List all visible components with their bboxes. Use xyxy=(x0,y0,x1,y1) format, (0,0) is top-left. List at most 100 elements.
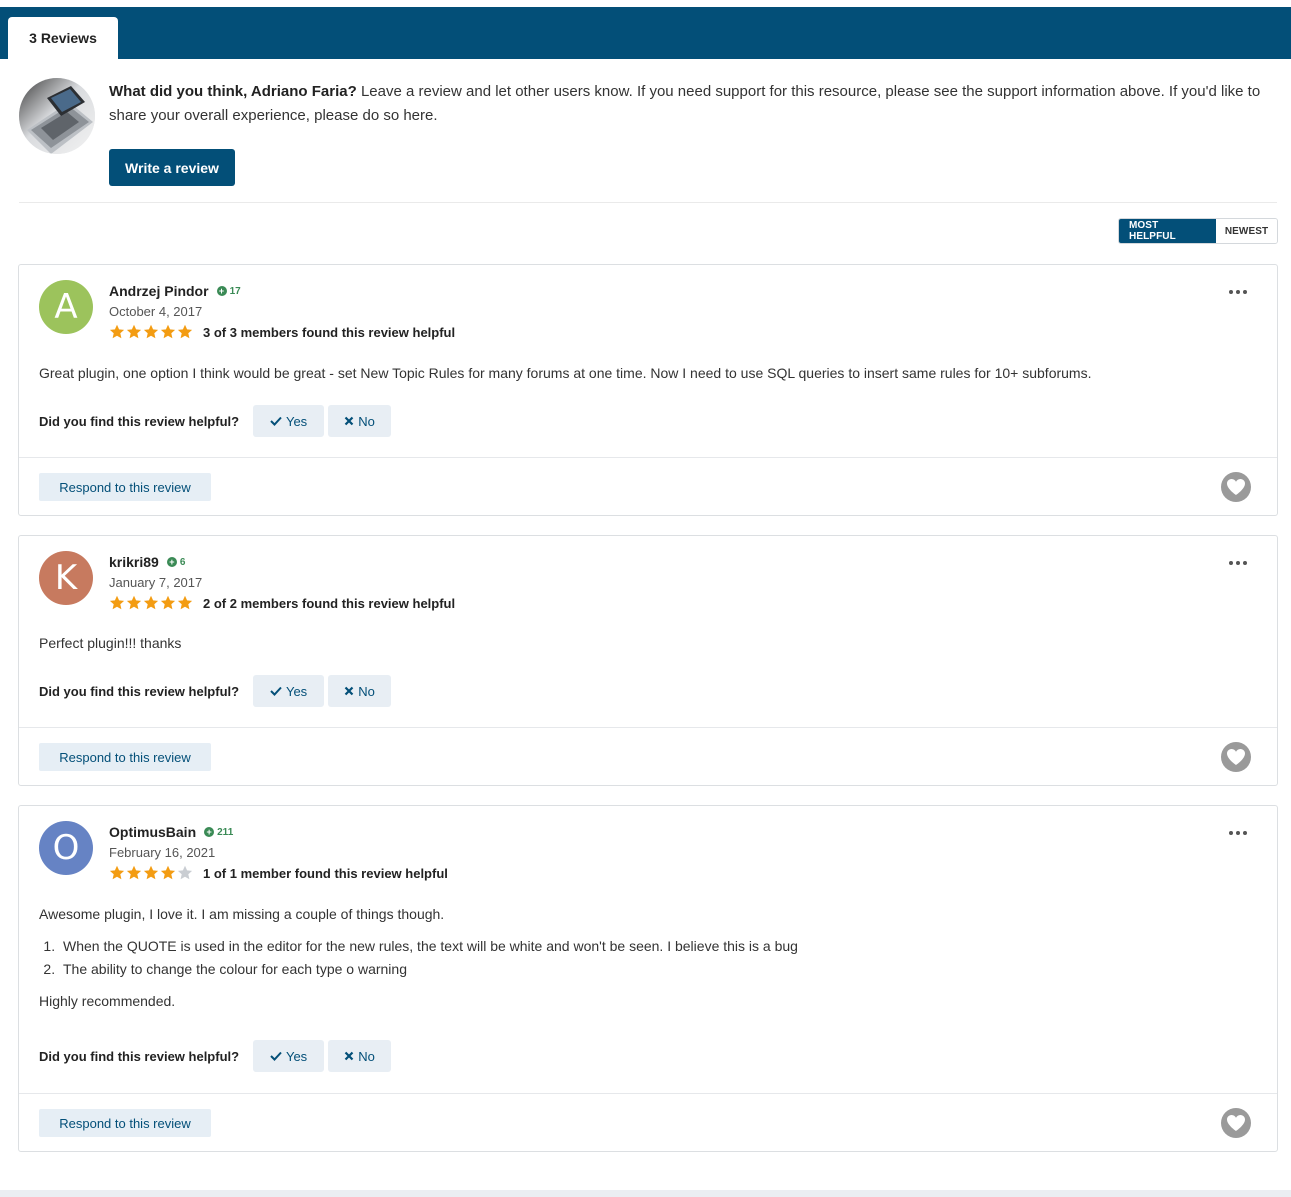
reputation-plus-icon: + xyxy=(216,286,227,296)
star-rating xyxy=(109,595,194,611)
author-name[interactable]: Andrzej Pindor xyxy=(109,283,209,299)
avatar[interactable]: A xyxy=(39,280,93,334)
react-heart-icon[interactable] xyxy=(1221,472,1251,502)
reputation-count: 6 xyxy=(179,556,186,568)
author-name[interactable]: krikri89 xyxy=(109,554,159,570)
review-card: A Andrzej Pindor +17 October 4, 2017 3 o… xyxy=(18,264,1278,516)
reputation-count: 17 xyxy=(229,285,241,297)
divider xyxy=(19,202,1277,203)
more-options-icon[interactable] xyxy=(1229,828,1247,838)
vote-yes-button[interactable]: Yes xyxy=(253,405,325,437)
star-icon xyxy=(160,595,176,610)
review-date: October 4, 2017 xyxy=(109,304,203,319)
star-icon xyxy=(109,595,125,610)
vote-no-label: No xyxy=(358,413,375,429)
star-icon xyxy=(177,865,193,880)
helpful-question-label: Did you find this review helpful? xyxy=(39,1048,240,1064)
respond-to-review-button[interactable]: Respond to this review xyxy=(39,473,211,501)
star-icon xyxy=(126,595,142,610)
sort-toggle: MOST HELPFUL NEWEST xyxy=(1118,218,1278,244)
star-icon xyxy=(160,865,176,880)
star-icon xyxy=(177,595,193,610)
review-list: When the QUOTE is used in the editor for… xyxy=(59,936,798,979)
respond-to-review-button[interactable]: Respond to this review xyxy=(39,1109,211,1137)
review-closing: Highly recommended. xyxy=(39,993,176,1009)
review-date: February 16, 2021 xyxy=(109,845,216,860)
helpful-count: 3 of 3 members found this review helpful xyxy=(203,324,456,340)
helpful-question-label: Did you find this review helpful? xyxy=(39,413,240,429)
sort-most-helpful-button[interactable]: MOST HELPFUL xyxy=(1119,219,1216,243)
divider xyxy=(19,727,1277,728)
helpful-question: Did you find this review helpful? Yes No xyxy=(39,405,395,437)
review-body: Perfect plugin!!! thanks xyxy=(39,633,181,653)
review-author: Andrzej Pindor +17 xyxy=(109,283,241,299)
divider xyxy=(19,457,1277,458)
list-item: When the QUOTE is used in the editor for… xyxy=(59,936,798,956)
vote-no-button[interactable]: No xyxy=(328,675,392,707)
sort-newest-button[interactable]: NEWEST xyxy=(1216,219,1277,243)
vote-yes-label: Yes xyxy=(285,413,308,429)
more-options-icon[interactable] xyxy=(1229,287,1247,297)
vote-yes-button[interactable]: Yes xyxy=(253,1040,325,1072)
helpful-question: Did you find this review helpful? Yes No xyxy=(39,1040,395,1072)
star-icon xyxy=(143,324,159,339)
more-options-icon[interactable] xyxy=(1229,558,1247,568)
review-prompt-text: What did you think, Adriano Faria? Leave… xyxy=(109,80,1269,128)
current-user-avatar[interactable] xyxy=(19,78,95,154)
star-icon xyxy=(160,324,176,339)
vote-no-button[interactable]: No xyxy=(328,405,392,437)
avatar[interactable]: K xyxy=(39,551,93,605)
react-heart-icon[interactable] xyxy=(1221,742,1251,772)
star-icon xyxy=(177,324,193,339)
vote-no-button[interactable]: No xyxy=(328,1040,392,1072)
vote-no-label: No xyxy=(358,683,375,699)
star-icon xyxy=(126,865,142,880)
star-rating xyxy=(109,865,194,881)
reviews-tab-bar: 3 Reviews xyxy=(0,7,1291,59)
close-icon xyxy=(344,416,354,426)
star-icon xyxy=(143,865,159,880)
list-item: The ability to change the colour for eac… xyxy=(59,959,798,979)
rating-row: 2 of 2 members found this review helpful xyxy=(109,595,455,611)
check-icon xyxy=(270,1051,282,1061)
helpful-question: Did you find this review helpful? Yes No xyxy=(39,675,395,707)
vote-yes-label: Yes xyxy=(285,1048,308,1064)
review-text: Awesome plugin, I love it. I am missing … xyxy=(39,906,445,922)
reputation-count: 211 xyxy=(217,826,234,838)
rating-row: 3 of 3 members found this review helpful xyxy=(109,324,455,340)
vote-yes-button[interactable]: Yes xyxy=(253,675,325,707)
close-icon xyxy=(344,686,354,696)
review-card: O OptimusBain +211 February 16, 2021 1 o… xyxy=(18,805,1278,1152)
page-footer-strip xyxy=(0,1190,1291,1197)
vote-no-label: No xyxy=(358,1048,375,1064)
review-date: January 7, 2017 xyxy=(109,575,203,590)
helpful-count: 2 of 2 members found this review helpful xyxy=(203,595,456,611)
review-text: Perfect plugin!!! thanks xyxy=(39,635,182,651)
star-icon xyxy=(143,595,159,610)
helpful-count: 1 of 1 member found this review helpful xyxy=(203,865,448,881)
review-author: OptimusBain +211 xyxy=(109,824,233,840)
star-rating xyxy=(109,324,194,340)
review-author: krikri89 +6 xyxy=(109,554,185,570)
reputation-badge: +6 xyxy=(166,556,186,568)
reputation-plus-icon: + xyxy=(204,827,215,837)
review-text: Great plugin, one option I think would b… xyxy=(39,365,1092,381)
check-icon xyxy=(270,416,282,426)
check-icon xyxy=(270,686,282,696)
review-body: Great plugin, one option I think would b… xyxy=(39,363,1091,383)
avatar[interactable]: O xyxy=(39,821,93,875)
review-body: Awesome plugin, I love it. I am missing … xyxy=(39,904,798,1011)
tab-reviews[interactable]: 3 Reviews xyxy=(8,17,118,59)
write-review-button[interactable]: Write a review xyxy=(109,149,235,186)
reputation-plus-icon: + xyxy=(166,557,177,567)
respond-to-review-button[interactable]: Respond to this review xyxy=(39,743,211,771)
star-icon xyxy=(126,324,142,339)
author-name[interactable]: OptimusBain xyxy=(109,824,196,840)
close-icon xyxy=(344,1051,354,1061)
react-heart-icon[interactable] xyxy=(1221,1108,1251,1138)
review-card: K krikri89 +6 January 7, 2017 2 of 2 mem… xyxy=(18,535,1278,786)
vote-yes-label: Yes xyxy=(285,683,308,699)
star-icon xyxy=(109,324,125,339)
rating-row: 1 of 1 member found this review helpful xyxy=(109,865,448,881)
helpful-question-label: Did you find this review helpful? xyxy=(39,683,240,699)
